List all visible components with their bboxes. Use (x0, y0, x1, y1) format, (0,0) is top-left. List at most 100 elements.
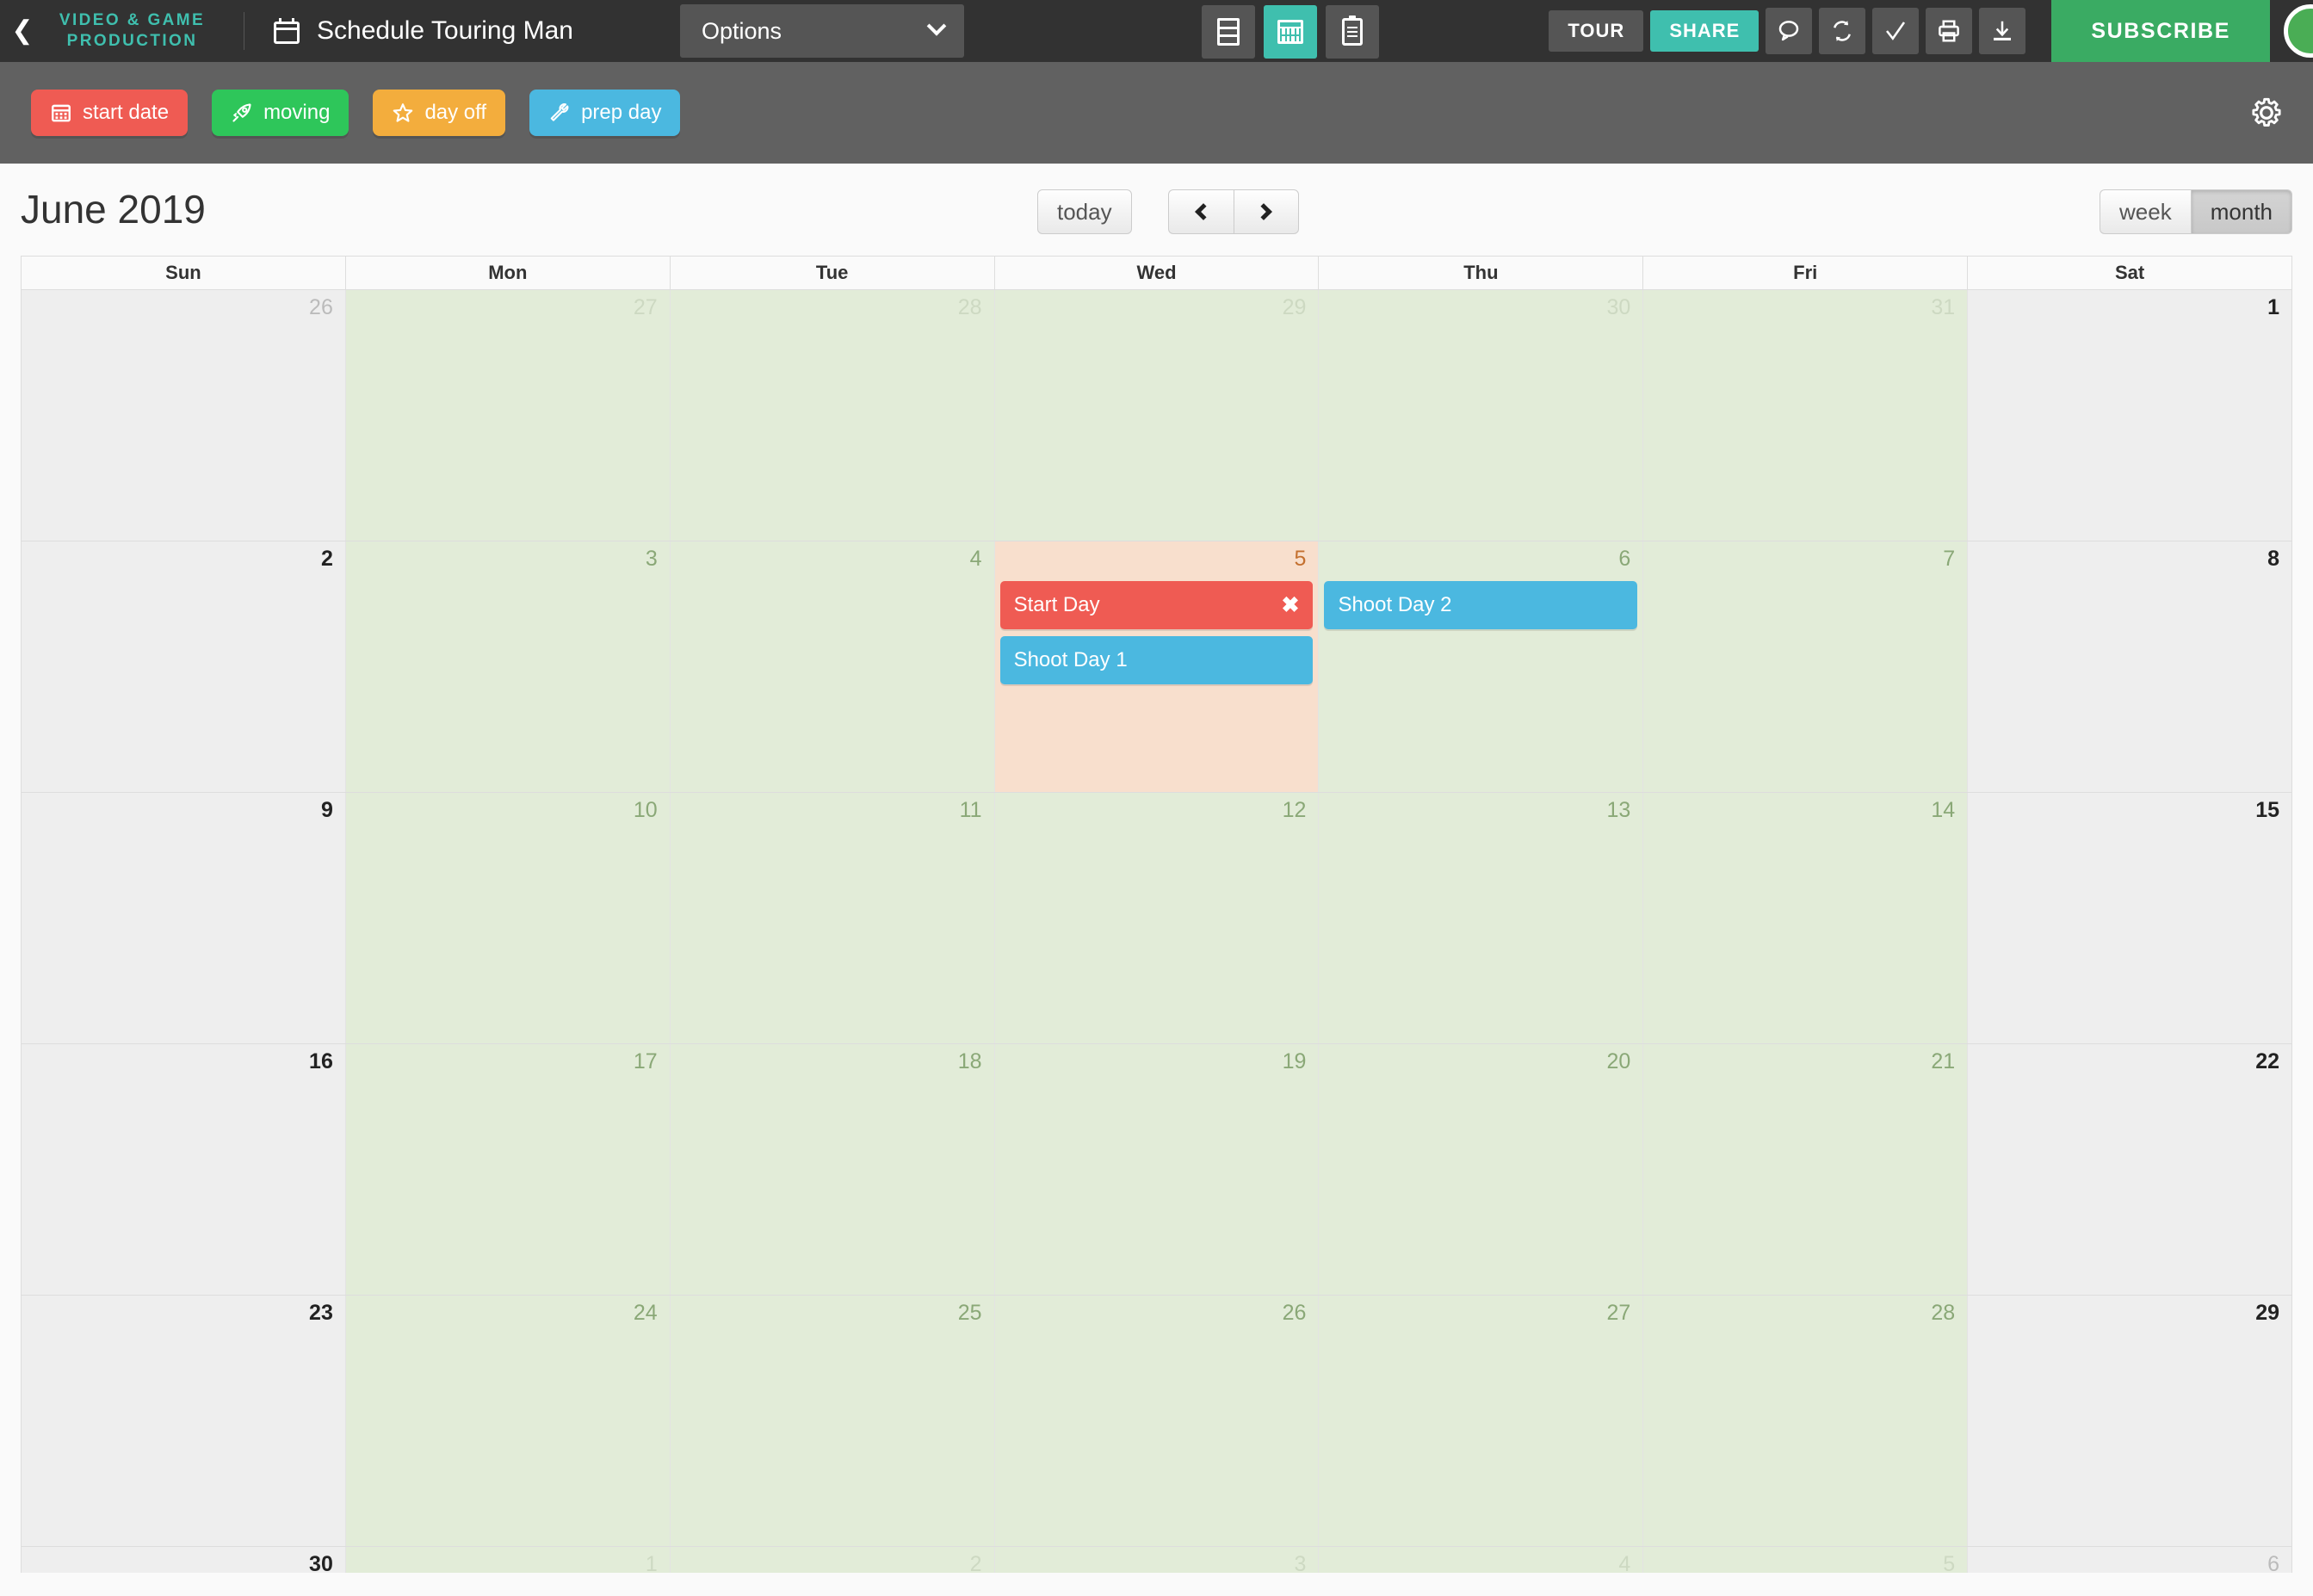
tag-filter-bar: start date moving day off prep day (0, 62, 2313, 164)
calendar-day-cell[interactable]: 10 (345, 793, 671, 1043)
day-number: 12 (1282, 798, 1307, 822)
calendar-day-cell[interactable]: 1 (345, 1547, 671, 1573)
day-number: 28 (957, 295, 982, 319)
tag-day-off[interactable]: day off (373, 90, 506, 136)
day-number: 31 (1931, 295, 1956, 319)
calendar-day-cell[interactable]: 28 (1643, 1296, 1969, 1546)
calendar-day-cell[interactable]: 30 (22, 1547, 346, 1573)
comment-button[interactable] (1766, 8, 1813, 54)
week-view-button[interactable]: week (2100, 189, 2191, 234)
clipboard-view-button[interactable] (1326, 5, 1379, 59)
calendar-day-cell[interactable]: 17 (345, 1044, 671, 1295)
calendar-day-cell[interactable]: 26 (22, 290, 346, 541)
calendar-day-cell[interactable]: 22 (1968, 1044, 2291, 1295)
brand-logo[interactable]: VIDEO & GAME PRODUCTION (40, 10, 225, 52)
day-number: 22 (2255, 1049, 2280, 1073)
share-button[interactable]: SHARE (1650, 10, 1759, 52)
download-icon (1994, 21, 2012, 40)
options-dropdown[interactable]: Options (680, 4, 964, 58)
rows-view-button[interactable] (1202, 5, 1255, 59)
calendar-toolbar: June 2019 today week month (0, 164, 2313, 256)
calendar-day-cell[interactable]: 3 (994, 1547, 1320, 1573)
check-button[interactable] (1872, 8, 1920, 54)
back-button[interactable]: ❮ (0, 0, 40, 62)
rows-icon (1217, 18, 1240, 46)
calendar-day-cell[interactable]: 13 (1319, 793, 1644, 1043)
tag-settings-button[interactable] (2248, 94, 2285, 132)
calendar-day-cell[interactable]: 2 (670, 1547, 995, 1573)
calendar-day-cell[interactable]: 14 (1643, 793, 1969, 1043)
day-number: 25 (957, 1301, 982, 1325)
calendar-day-cell[interactable]: 27 (345, 290, 671, 541)
calendar-event[interactable]: Shoot Day 1 (999, 636, 1314, 684)
calendar-day-cell[interactable]: 5 (1643, 1547, 1969, 1573)
prev-month-button[interactable] (1167, 189, 1234, 234)
day-number: 3 (1294, 1552, 1307, 1573)
calendar-day-cell[interactable]: 28 (670, 290, 995, 541)
calendar-day-cell[interactable]: 2 (22, 541, 346, 792)
download-button[interactable] (1979, 8, 2026, 54)
tour-button[interactable]: TOUR (1549, 10, 1644, 52)
calendar-day-cell[interactable]: 27 (1319, 1296, 1644, 1546)
calendar-day-cell[interactable]: 25 (670, 1296, 995, 1546)
day-number: 2 (969, 1552, 982, 1573)
print-button[interactable] (1926, 8, 1973, 54)
calendar-day-cell[interactable]: 24 (345, 1296, 671, 1546)
calendar-day-cell[interactable]: 18 (670, 1044, 995, 1295)
next-month-button[interactable] (1233, 189, 1299, 234)
page-title: June 2019 (21, 187, 206, 232)
calendar-day-cell[interactable]: 20 (1319, 1044, 1644, 1295)
tag-label: prep day (581, 101, 662, 124)
day-number: 21 (1931, 1049, 1956, 1073)
event-title: Shoot Day 1 (1013, 648, 1128, 671)
calendar-day-cell[interactable]: 21 (1643, 1044, 1969, 1295)
tag-moving[interactable]: moving (212, 90, 349, 136)
calendar-day-cell[interactable]: 16 (22, 1044, 346, 1295)
calendar-day-cell[interactable]: 15 (1968, 793, 2291, 1043)
calendar-day-cell[interactable]: 29 (1968, 1296, 2291, 1546)
calendar-event[interactable]: Shoot Day 2 (1324, 581, 1638, 629)
today-button[interactable]: today (1037, 189, 1132, 234)
calendar-day-cell[interactable]: 4 (670, 541, 995, 792)
calendar-day-cell[interactable]: 31 (1643, 290, 1969, 541)
chevron-right-icon (1254, 203, 1272, 220)
document-title-group[interactable]: Schedule Touring Man (274, 16, 573, 46)
subscribe-button[interactable]: SUBSCRIBE (2051, 0, 2270, 62)
wrench-icon (550, 103, 569, 121)
calendar-day-cell[interactable]: 30 (1319, 290, 1644, 541)
day-events: Start Day ✖ Shoot Day 1 (999, 581, 1314, 691)
calendar-weeks: 26 27 28 29 30 31 1 2 3 4 5 Start Day ✖ Shoot Day 16S… (22, 289, 2291, 1573)
speech-bubble-icon (1779, 21, 1799, 41)
calendar-day-cell[interactable]: 8 (1968, 541, 2291, 792)
calendar-day-cell[interactable]: 23 (22, 1296, 346, 1546)
calendar-day-cell[interactable]: 6 (1968, 1547, 2291, 1573)
calendar-day-cell[interactable]: 1 (1968, 290, 2291, 541)
calendar-day-cell[interactable]: 5 Start Day ✖ Shoot Day 1 (994, 541, 1320, 792)
calendar-day-cell[interactable]: 4 (1319, 1547, 1644, 1573)
calendar-view-button[interactable] (1264, 5, 1317, 59)
day-number: 6 (1618, 547, 1631, 571)
refresh-button[interactable] (1819, 8, 1866, 54)
day-number: 23 (309, 1301, 333, 1325)
tag-start-date[interactable]: start date (31, 90, 189, 136)
calendar-day-cell[interactable]: 11 (670, 793, 995, 1043)
calendar-day-cell[interactable]: 26 (994, 1296, 1320, 1546)
dow-sat: Sat (2114, 262, 2145, 283)
calendar-day-cell[interactable]: 12 (994, 793, 1320, 1043)
calendar-day-cell[interactable]: 3 (345, 541, 671, 792)
day-of-week-header: Sun Mon Tue Wed Thu Fri Sat (22, 257, 2291, 289)
calendar-day-cell[interactable]: 7 (1643, 541, 1969, 792)
calendar-day-cell[interactable]: 6 Shoot Day 2 (1319, 541, 1644, 792)
calendar-event[interactable]: Start Day ✖ (999, 581, 1314, 629)
day-number: 4 (969, 547, 982, 571)
calendar-day-cell[interactable]: 19 (994, 1044, 1320, 1295)
month-view-button[interactable]: month (2190, 189, 2292, 234)
tag-prep-day[interactable]: prep day (529, 90, 681, 136)
close-icon[interactable]: ✖ (1281, 594, 1299, 616)
avatar[interactable] (2284, 4, 2313, 58)
day-number: 5 (1943, 1552, 1956, 1573)
day-number: 15 (2255, 798, 2280, 822)
calendar-day-cell[interactable]: 9 (22, 793, 346, 1043)
calendar-day-cell[interactable]: 29 (994, 290, 1320, 541)
day-number: 24 (633, 1301, 658, 1325)
